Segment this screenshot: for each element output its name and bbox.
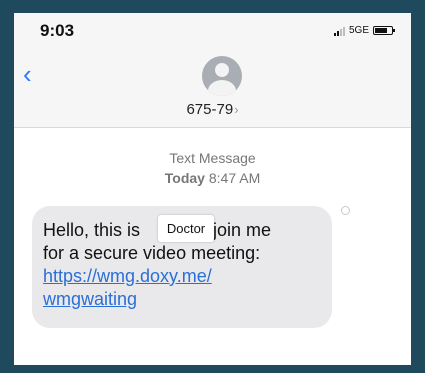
chevron-right-icon: › [234, 102, 239, 117]
header-divider [14, 127, 411, 128]
signal-icon [333, 26, 345, 36]
meeting-link-line-1[interactable]: https://wmg.doxy.me/ [43, 265, 271, 288]
network-label: 5GE [348, 25, 369, 36]
meeting-link-line-2[interactable]: wmgwaiting [43, 288, 271, 311]
avatar-shoulders [208, 80, 236, 96]
avatar-head [215, 63, 229, 77]
status-bar: 9:03 5GE [14, 13, 411, 53]
contact-name[interactable]: 675-79› [14, 101, 411, 118]
message-date: Today 8:47 AM [164, 170, 261, 186]
status-time: 9:03 [40, 21, 75, 40]
phone-screen: 9:03 5GE ‹ 675-79› Text Message Today 8:… [14, 13, 411, 365]
conversation-header: ‹ 675-79› [14, 53, 411, 127]
avatar[interactable] [202, 56, 242, 96]
battery-icon [373, 26, 395, 35]
chevron-left-icon[interactable]: ‹ [23, 61, 32, 87]
message-timestamp: Text Message Today 8:47 AM [14, 148, 411, 188]
contact-number: 675-79 [186, 101, 234, 118]
message-type-label: Text Message [169, 150, 256, 166]
status-indicators: 5GE [333, 25, 395, 36]
redaction-label: Doctor [158, 215, 214, 242]
delivery-dot-icon [341, 206, 350, 215]
message-line-2: for a secure video meeting: [43, 243, 261, 263]
